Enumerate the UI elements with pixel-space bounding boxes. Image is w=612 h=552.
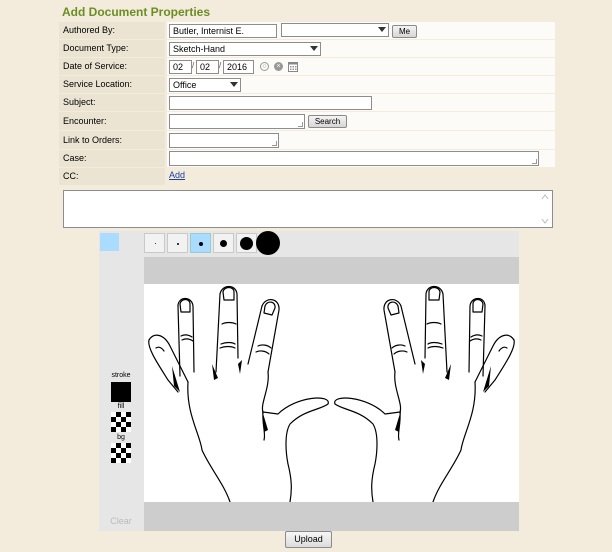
brush-dot-icon xyxy=(199,242,203,246)
brush-dot-icon xyxy=(240,237,253,250)
chevron-down-icon xyxy=(378,27,386,32)
calendar-icon[interactable] xyxy=(288,61,298,72)
link-to-orders-input[interactable] xyxy=(169,133,279,148)
bg-color-swatch[interactable] xyxy=(111,443,131,463)
hands-sketch-image xyxy=(148,285,515,502)
cc-row: CC: Add xyxy=(59,168,555,186)
brush-dot-icon xyxy=(220,240,227,247)
fill-label: fill xyxy=(117,403,125,410)
date-year-input[interactable]: 2016 xyxy=(223,60,254,74)
brush-size-xxl-button[interactable] xyxy=(256,231,280,255)
cc-label: CC: xyxy=(59,168,165,185)
brush-size-xs-button[interactable] xyxy=(144,233,165,253)
brush-size-m-button[interactable] xyxy=(190,233,211,253)
brush-dot-icon xyxy=(177,243,179,245)
chevron-down-icon xyxy=(230,82,238,87)
fill-color-swatch[interactable] xyxy=(111,412,131,432)
date-of-service-label: Date of Service: xyxy=(59,58,165,75)
page-title: Add Document Properties xyxy=(62,5,211,19)
service-location-row: Service Location: Office xyxy=(59,76,555,94)
search-button[interactable]: Search xyxy=(308,115,347,128)
notes-textarea[interactable] xyxy=(63,190,553,228)
resize-grip-icon[interactable] xyxy=(298,122,303,127)
today-icon[interactable]: ○ xyxy=(260,62,269,71)
service-location-select[interactable]: Office xyxy=(169,78,241,92)
link-to-orders-row: Link to Orders: xyxy=(59,131,555,150)
resize-grip-icon[interactable] xyxy=(532,159,537,164)
bg-label: bg xyxy=(117,434,125,441)
case-input[interactable] xyxy=(169,151,539,166)
document-type-select[interactable]: Sketch-Hand xyxy=(169,42,321,56)
date-day-input[interactable]: 02 xyxy=(196,60,219,74)
brush-dot-icon xyxy=(155,243,156,244)
document-type-row: Document Type: Sketch-Hand xyxy=(59,40,555,58)
service-location-label: Service Location: xyxy=(59,76,165,93)
upload-button[interactable]: Upload xyxy=(285,531,332,548)
brush-size-xl-button[interactable] xyxy=(236,233,257,253)
sketch-pad: stroke fill bg Clear xyxy=(99,231,519,531)
document-type-label: Document Type: xyxy=(59,40,165,57)
encounter-input[interactable] xyxy=(169,114,305,129)
encounter-label: Encounter: xyxy=(59,112,165,130)
authored-by-input[interactable]: Butler, Internist E. xyxy=(169,24,277,38)
document-properties-form: Authored By: Butler, Internist E. Me Doc… xyxy=(59,22,555,186)
resize-grip-icon[interactable] xyxy=(272,141,277,146)
stroke-color-swatch[interactable] xyxy=(111,382,131,402)
authored-by-row: Authored By: Butler, Internist E. Me xyxy=(59,22,555,40)
brush-size-s-button[interactable] xyxy=(167,233,188,253)
brush-size-l-button[interactable] xyxy=(213,233,234,253)
encounter-row: Encounter: Search xyxy=(59,112,555,131)
me-button[interactable]: Me xyxy=(392,25,417,38)
subject-label: Subject: xyxy=(59,94,165,111)
date-separator: / xyxy=(192,61,195,70)
authored-by-select[interactable] xyxy=(281,23,389,37)
case-row: Case: xyxy=(59,150,555,168)
link-to-orders-label: Link to Orders: xyxy=(59,131,165,149)
date-of-service-row: Date of Service: 02 / 02 / 2016 ○ × xyxy=(59,58,555,76)
authored-by-label: Authored By: xyxy=(59,22,165,39)
cc-add-link[interactable]: Add xyxy=(169,170,185,180)
clear-date-icon[interactable]: × xyxy=(274,62,283,71)
date-month-input[interactable]: 02 xyxy=(169,60,192,74)
date-separator: / xyxy=(219,61,222,70)
scrollbar[interactable] xyxy=(540,193,550,225)
subject-row: Subject: xyxy=(59,94,555,112)
clear-button[interactable]: Clear xyxy=(99,516,143,526)
case-label: Case: xyxy=(59,150,165,167)
drawing-canvas[interactable] xyxy=(144,284,519,502)
stroke-label: stroke xyxy=(111,372,131,379)
current-color-swatch[interactable] xyxy=(100,233,119,251)
subject-input[interactable] xyxy=(169,96,372,110)
canvas-bottom-bar xyxy=(144,502,519,531)
chevron-down-icon xyxy=(310,46,318,51)
canvas-top-bar xyxy=(144,257,519,284)
